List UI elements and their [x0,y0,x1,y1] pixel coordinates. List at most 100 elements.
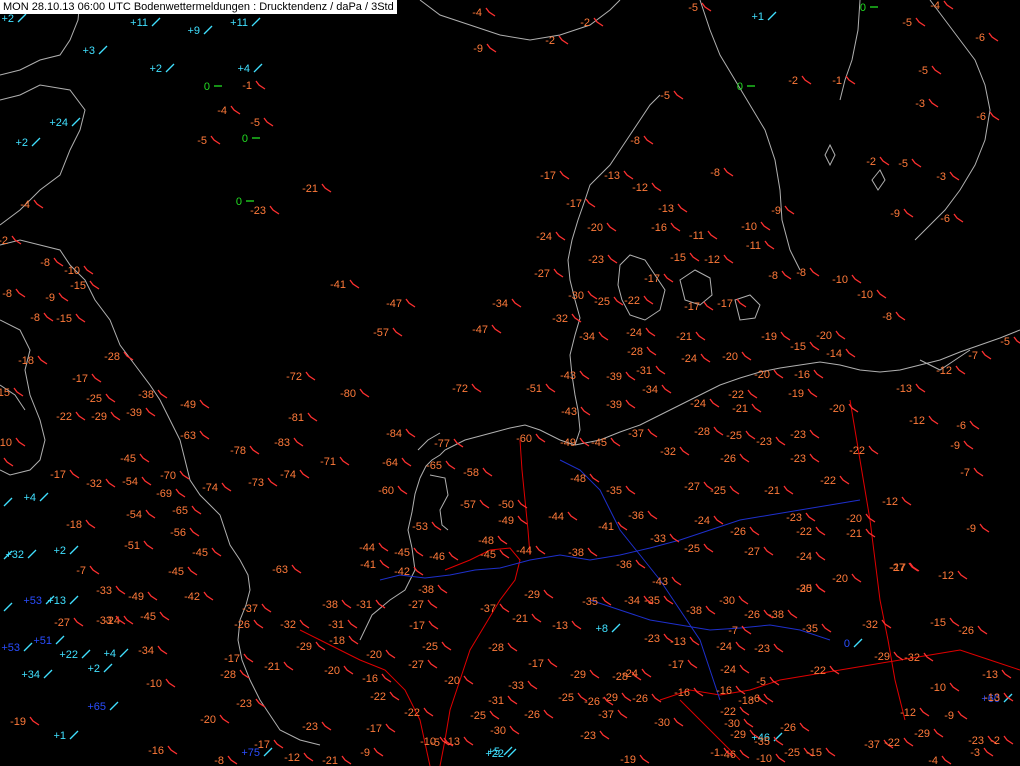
pressure-tendency-value: -19 [788,388,804,400]
pressure-tendency-value: -28 [104,351,120,363]
pressure-tendency-value: -22 [884,737,900,749]
pressure-tendency-value: -13 [658,203,674,215]
pressure-tendency-value: -20 [829,403,845,415]
station-report: -2 [866,156,890,168]
falling-tendency-icon [427,659,438,669]
station-report: -10 [832,274,862,286]
falling-tendency-icon [705,605,716,615]
pressure-tendency-value: -50 [498,499,514,511]
falling-tendency-icon [315,641,326,651]
falling-tendency-icon [423,707,434,717]
falling-tendency-icon [773,736,784,746]
pressure-tendency-value: -32 [862,619,878,631]
station-report: -20 [816,330,846,342]
station-report: -22 [624,295,654,307]
pressure-tendency-value: -21 [302,183,318,195]
station-report: -21 [846,528,876,540]
rising-tendency-icon [103,663,113,673]
station-report: -16 [674,687,704,699]
pressure-tendency-value: -38 [138,389,154,401]
falling-tendency-icon [141,476,152,486]
pressure-tendency-value: -5 [902,17,912,29]
pressure-tendency-value: -9 [944,710,954,722]
pressure-tendency-value: -30 [568,290,584,302]
station-report: -5 [902,17,926,29]
falling-tendency-icon [745,430,756,440]
pressure-tendency-value: -15 [70,280,86,292]
pressure-tendency-value: -44 [548,511,564,523]
station-report: -64 [382,457,412,469]
station-report: -33 [96,585,126,597]
pressure-tendency-value: -8 [2,288,12,300]
pressure-tendency-value: -32 [904,652,920,664]
station-report: -41 [360,559,390,571]
pressure-tendency-value: -23 [302,721,318,733]
station-report: +2 [15,137,41,149]
pressure-tendency-value: +2 [149,63,162,75]
rising-tendency-icon [853,638,863,648]
station-report: -38 [686,605,716,617]
station-report: -16 [794,369,824,381]
pressure-tendency-value: -35 [582,596,598,608]
station-report: -1 [3,457,14,467]
pressure-tendency-value: -17 [366,723,382,735]
station-report: -44 [359,542,389,554]
station-report: -17 [409,620,439,632]
station-report: -12 [704,254,734,266]
station-report: -25 [470,710,500,722]
pressure-tendency-value: -13 [984,692,1000,704]
pressure-tendency-value: -18 [329,635,345,647]
station-report: -42 [184,591,214,603]
pressure-tendency-value: -17 [644,273,660,285]
pressure-tendency-value: -34 [138,645,154,657]
station-report: -25 [684,543,714,555]
pressure-tendency-value: -16 [716,685,732,697]
falling-tendency-icon [273,739,284,749]
falling-tendency-icon [53,257,64,267]
pressure-tendency-value: -38 [322,599,338,611]
falling-tendency-icon [535,433,546,443]
falling-tendency-icon [773,643,784,653]
pressure-tendency-value: -17 [224,653,240,665]
pressure-tendency-value: -15 [56,313,72,325]
falling-tendency-icon [543,589,554,599]
station-report: -7 [960,467,984,479]
pressure-tendency-value: -42 [184,591,200,603]
station-report: -12 [900,707,930,719]
pressure-tendency-value: -35 [802,623,818,635]
falling-tendency-icon [787,609,798,619]
station-report: -9 [966,523,990,535]
station-report: -17 [717,298,747,310]
falling-tendency-icon [707,230,718,240]
falling-tendency-icon [825,747,836,757]
rising-tendency-icon [3,602,13,612]
falling-tendency-icon [821,623,832,633]
pressure-tendency-value: -26 [584,696,600,708]
pressure-tendency-value: -1 [242,80,252,92]
falling-tendency-icon [983,747,994,757]
station-report: -5 [197,135,221,147]
station-report: -26 [234,619,264,631]
falling-tendency-icon [347,619,358,629]
pressure-tendency-value: 0 [204,81,210,93]
station-report: -46 [429,551,459,563]
station-report: -4 [930,0,954,12]
pressure-tendency-value: -2 [580,17,590,29]
station-report: -6 [940,213,964,225]
pressure-tendency-value: -24 [694,515,710,527]
rising-tendency-icon [81,649,91,659]
falling-tendency-icon [199,430,210,440]
pressure-tendency-value: -26 [744,609,760,621]
station-report: -29 [296,641,326,653]
pressure-tendency-value: -29 [874,651,890,663]
falling-tendency-icon [749,526,760,536]
pressure-tendency-value: -49 [180,399,196,411]
rising-tendency-icon [43,669,53,679]
falling-tendency-icon [75,411,86,421]
pressure-tendency-value: -6 [976,111,986,123]
falling-tendency-icon [915,17,926,27]
falling-tendency-icon [413,566,424,576]
station-report: -20 [324,665,354,677]
pressure-tendency-value: -22 [820,475,836,487]
pressure-tendency-value: -31 [356,599,372,611]
